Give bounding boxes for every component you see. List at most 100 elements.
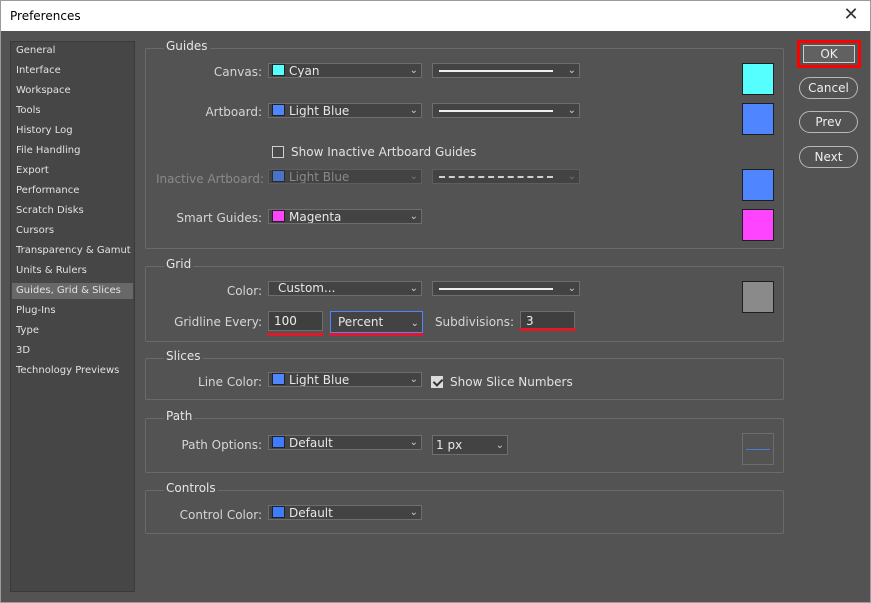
sidebar-item-scratch-disks[interactable]: Scratch Disks <box>16 205 84 216</box>
grid-color-value: Custom... <box>278 281 336 295</box>
sidebar-item-general[interactable]: General <box>16 45 55 56</box>
path-width-value: 1 px <box>436 438 463 452</box>
chevron-down-icon: ⌄ <box>409 374 418 385</box>
smart-guides-color-value: Magenta <box>289 210 342 224</box>
sidebar-item-type[interactable]: Type <box>16 325 39 336</box>
smart-guides-color-preview[interactable] <box>742 209 774 241</box>
sidebar-item-guides-grid-slices[interactable]: Guides, Grid & Slices <box>12 283 133 299</box>
show-inactive-artboard-guides-label: Show Inactive Artboard Guides <box>291 145 477 159</box>
sidebar-item-transparency-gamut[interactable]: Transparency & Gamut <box>16 245 131 256</box>
show-inactive-artboard-guides-checkbox[interactable] <box>272 146 284 158</box>
artboard-color-select[interactable]: Light Blue ⌄ <box>268 103 422 118</box>
sidebar-item-history-log[interactable]: History Log <box>16 125 73 136</box>
grid-group: Grid <box>145 257 784 342</box>
prev-button[interactable]: Prev <box>799 111 858 133</box>
inactive-artboard-color-preview[interactable] <box>742 169 774 201</box>
sidebar-item-3d[interactable]: 3D <box>16 345 30 356</box>
inactive-artboard-label: Inactive Artboard: <box>156 172 264 186</box>
line-color-label: Line Color: <box>198 375 262 389</box>
slices-legend: Slices <box>164 349 203 363</box>
title-bar: Preferences ✕ <box>0 0 871 31</box>
ok-button[interactable]: OK <box>803 45 855 63</box>
subdivisions-label: Subdivisions: <box>434 315 514 329</box>
artboard-color-swatch <box>272 104 285 116</box>
artboard-label: Artboard: <box>205 105 262 119</box>
inactive-artboard-color-swatch <box>272 170 285 182</box>
chevron-down-icon: ⌄ <box>409 211 418 222</box>
gridline-every-label: Gridline Every: <box>174 315 262 329</box>
chevron-down-icon: ⌄ <box>409 65 418 76</box>
artboard-color-preview[interactable] <box>742 103 774 135</box>
inactive-artboard-color-select: Light Blue ⌄ <box>268 169 422 184</box>
annotation-underline <box>519 328 576 331</box>
slice-line-color-value: Light Blue <box>289 373 350 387</box>
canvas-color-swatch <box>272 64 285 76</box>
sidebar-item-cursors[interactable]: Cursors <box>16 225 54 236</box>
chevron-down-icon: ⌄ <box>409 437 418 448</box>
sidebar-item-export[interactable]: Export <box>16 165 49 176</box>
show-slice-numbers-label: Show Slice Numbers <box>450 375 573 389</box>
path-width-select[interactable]: 1 px ⌄ <box>432 435 508 455</box>
guides-legend: Guides <box>164 39 210 53</box>
grid-line-style-select[interactable]: ⌄ <box>432 281 580 296</box>
sidebar-item-technology-previews[interactable]: Technology Previews <box>16 365 119 376</box>
artboard-line-style-select[interactable]: ⌄ <box>432 103 580 118</box>
show-slice-numbers-checkbox[interactable] <box>431 376 443 388</box>
sidebar-item-plug-ins[interactable]: Plug-Ins <box>16 305 56 316</box>
smart-guides-label: Smart Guides: <box>176 211 262 225</box>
chevron-down-icon: ⌄ <box>410 318 419 329</box>
chevron-down-icon: ⌄ <box>409 171 418 182</box>
smart-guides-color-select[interactable]: Magenta ⌄ <box>268 209 422 224</box>
grid-legend: Grid <box>164 257 194 271</box>
controls-legend: Controls <box>164 481 218 495</box>
chevron-down-icon: ⌄ <box>567 283 576 294</box>
cancel-button[interactable]: Cancel <box>799 77 858 99</box>
control-color-value: Default <box>289 506 333 520</box>
sidebar-item-performance[interactable]: Performance <box>16 185 79 196</box>
solid-line-style <box>439 110 553 112</box>
path-options-label: Path Options: <box>181 438 262 452</box>
gridline-unit-value: Percent <box>338 315 384 329</box>
slice-line-color-swatch <box>272 373 285 385</box>
chevron-down-icon: ⌄ <box>567 105 576 116</box>
canvas-color-select[interactable]: Cyan ⌄ <box>268 63 422 78</box>
chevron-down-icon: ⌄ <box>567 65 576 76</box>
chevron-down-icon: ⌄ <box>409 283 418 294</box>
grid-color-select[interactable]: Custom... ⌄ <box>268 281 422 296</box>
solid-line-style <box>439 70 553 72</box>
chevron-down-icon: ⌄ <box>409 105 418 116</box>
window-title: Preferences <box>10 9 81 23</box>
inactive-artboard-color-value: Light Blue <box>289 170 350 184</box>
sidebar-item-units-rulers[interactable]: Units & Rulers <box>16 265 87 276</box>
grid-color-label: Color: <box>226 284 262 298</box>
grid-color-preview[interactable] <box>742 281 774 313</box>
canvas-label: Canvas: <box>213 65 262 79</box>
gridline-unit-select[interactable]: Percent ⌄ <box>330 311 423 333</box>
sidebar-item-tools[interactable]: Tools <box>16 105 41 116</box>
path-color-select[interactable]: Default ⌄ <box>268 435 422 450</box>
canvas-color-value: Cyan <box>289 64 320 78</box>
chevron-down-icon: ⌄ <box>495 440 504 451</box>
canvas-color-preview[interactable] <box>742 63 774 95</box>
path-legend: Path <box>164 409 195 423</box>
sidebar-item-workspace[interactable]: Workspace <box>16 85 71 96</box>
inactive-artboard-line-style-select: ⌄ <box>432 169 580 184</box>
chevron-down-icon: ⌄ <box>567 171 576 182</box>
path-color-swatch <box>272 436 285 448</box>
control-color-select[interactable]: Default ⌄ <box>268 505 422 520</box>
artboard-color-value: Light Blue <box>289 104 350 118</box>
sidebar-item-file-handling[interactable]: File Handling <box>16 145 81 156</box>
control-color-swatch <box>272 506 285 518</box>
annotation-underline <box>267 333 324 336</box>
chevron-down-icon: ⌄ <box>409 507 418 518</box>
slice-line-color-select[interactable]: Light Blue ⌄ <box>268 372 422 387</box>
canvas-line-style-select[interactable]: ⌄ <box>432 63 580 78</box>
dashed-line-style <box>439 176 553 178</box>
path-preview <box>742 433 774 465</box>
close-icon[interactable]: ✕ <box>840 4 862 26</box>
smart-guides-color-swatch <box>272 210 285 222</box>
next-button[interactable]: Next <box>799 146 858 168</box>
control-color-label: Control Color: <box>179 508 262 522</box>
sidebar-item-interface[interactable]: Interface <box>16 65 61 76</box>
gridline-every-input[interactable]: 100 <box>268 311 323 331</box>
